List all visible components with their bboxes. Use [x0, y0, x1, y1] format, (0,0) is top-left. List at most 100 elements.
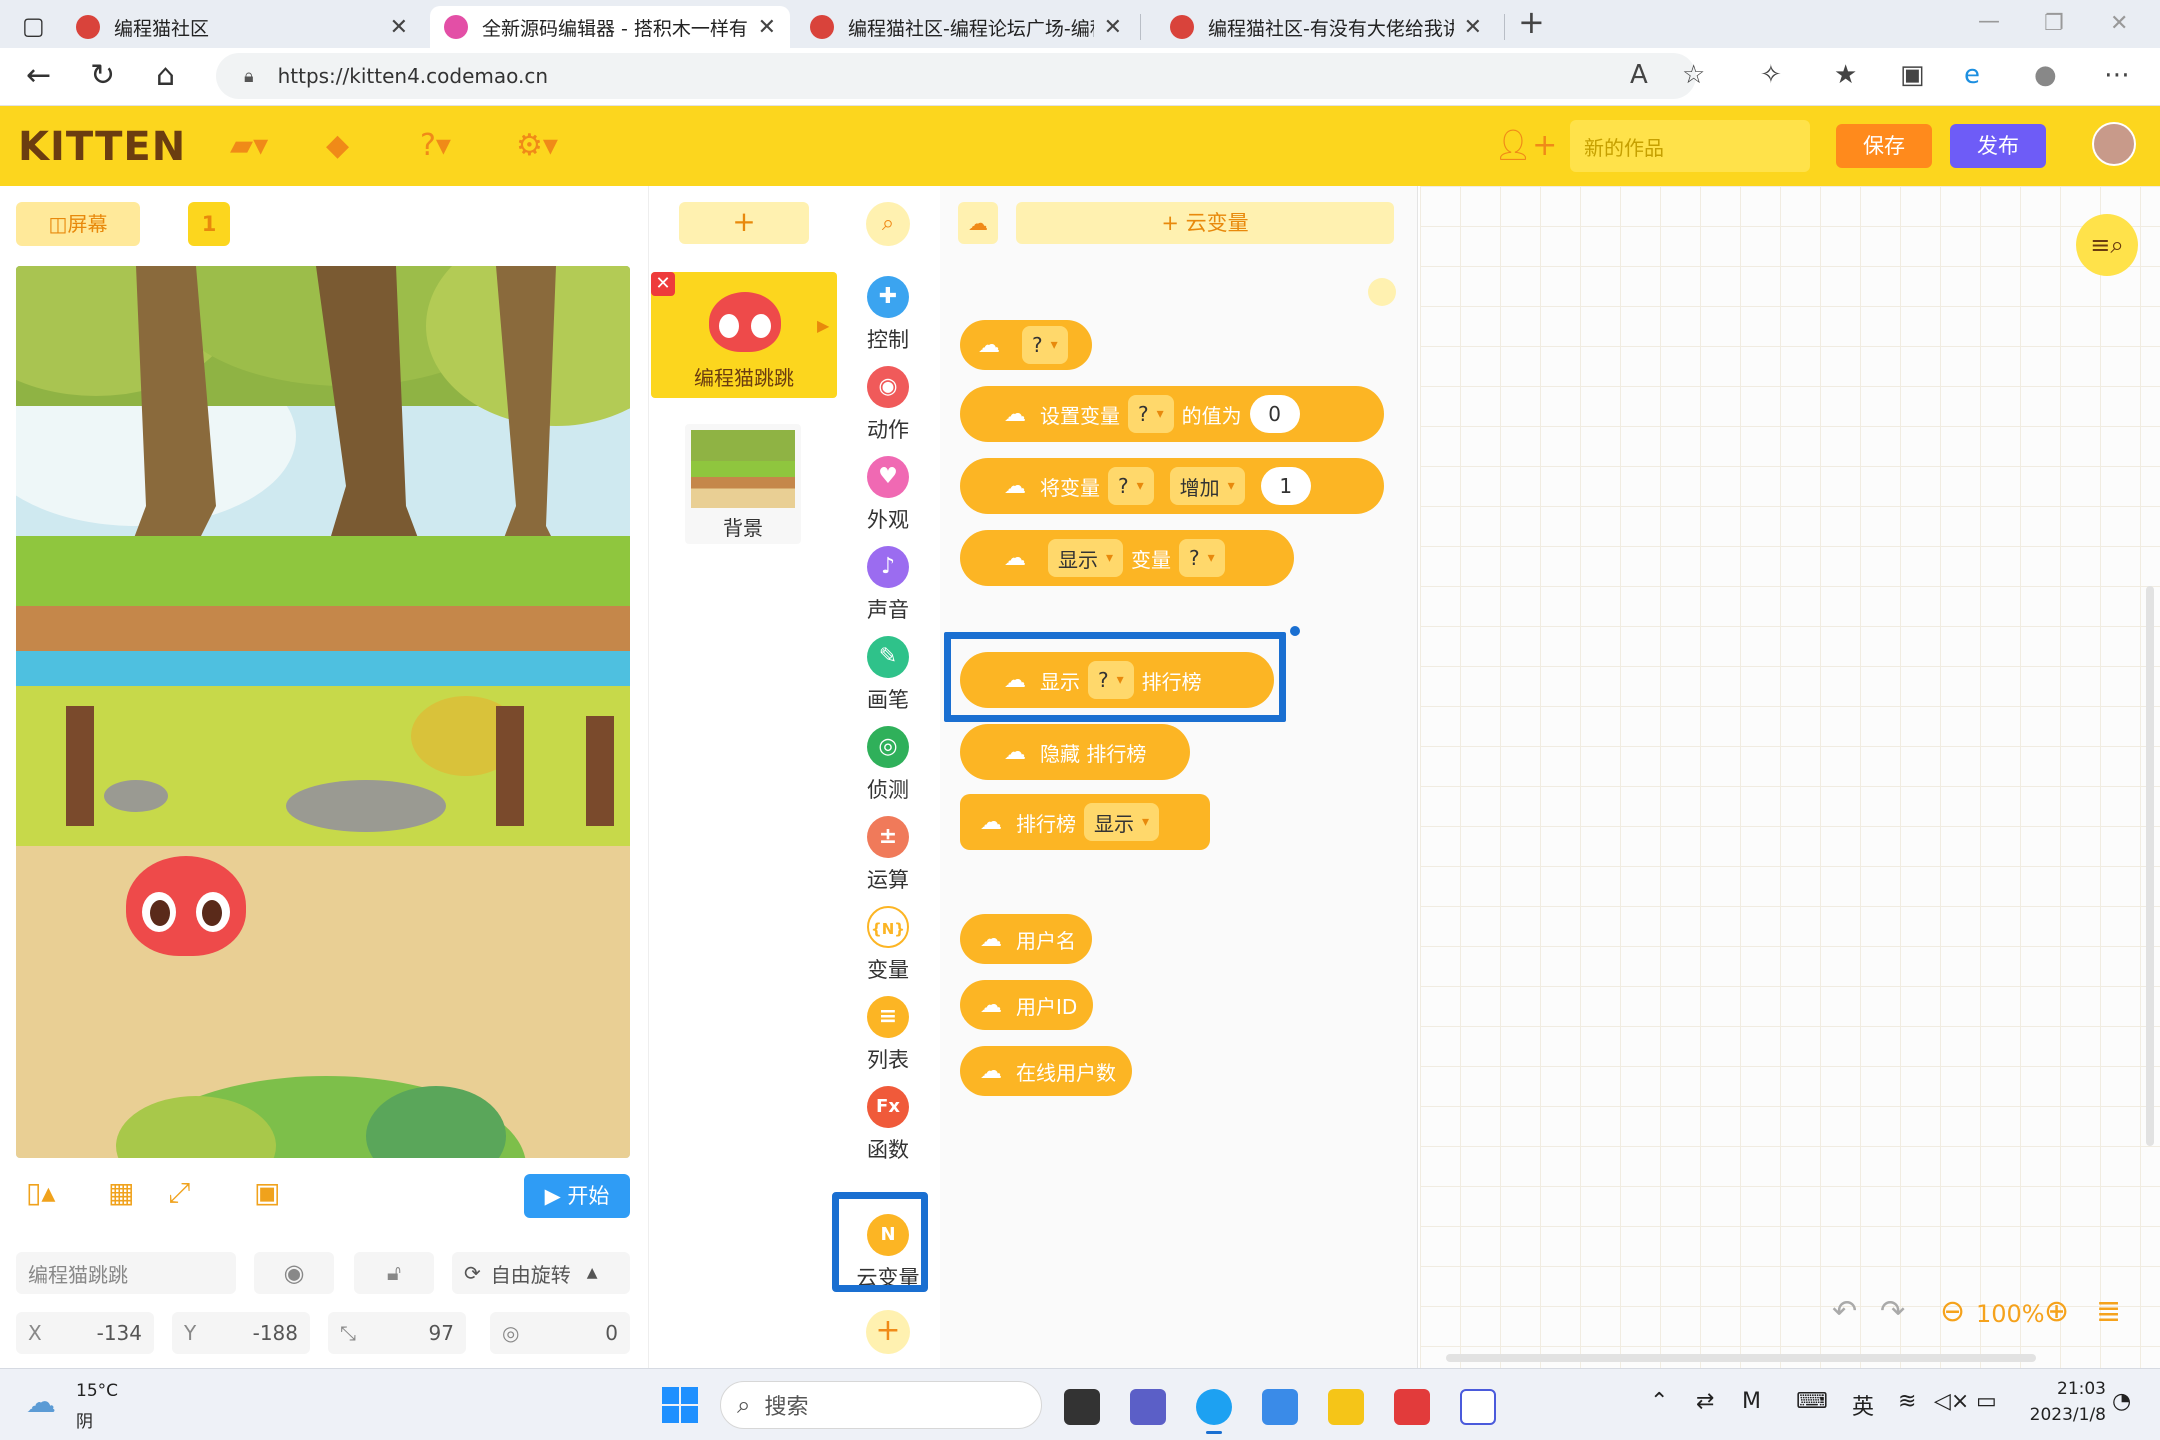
scene-number-button[interactable]: 1 [188, 202, 230, 246]
windows-start-icon[interactable] [662, 1387, 698, 1423]
zoom-out-icon[interactable]: ⊖ [1940, 1294, 1965, 1329]
value-input[interactable]: 0 [1249, 395, 1300, 433]
fullscreen-icon[interactable]: ⤢ [168, 1176, 190, 1210]
userid-reporter-block[interactable]: ☁ 用户ID [960, 980, 1094, 1030]
tray-settings-icon[interactable]: ⇄ [1696, 1389, 1714, 1414]
background-card[interactable]: 背景 [685, 424, 801, 544]
settings-menu-icon[interactable]: ⚙▾ [516, 128, 558, 163]
user-avatar[interactable] [2092, 122, 2136, 166]
undo-icon[interactable]: ↶ [1832, 1294, 1857, 1329]
grid-icon[interactable]: ▦ [108, 1176, 134, 1209]
add-sprite-button[interactable]: + [679, 202, 809, 244]
edge-browser-icon[interactable] [1196, 1389, 1232, 1425]
cloud-app-icon[interactable] [1262, 1389, 1298, 1425]
category-sound[interactable]: ♪ 声音 [838, 546, 938, 624]
profile-icon[interactable]: ● [2034, 60, 2057, 90]
rotation-mode-select[interactable]: ⟳ 自由旋转 ▲ [452, 1252, 630, 1294]
category-variables[interactable]: {N} 变量 [838, 906, 938, 984]
state-dropdown[interactable]: 显示 ▾ [1084, 803, 1160, 841]
help-menu-icon[interactable]: ?▾ [420, 128, 451, 163]
variable-dropdown[interactable]: ? ▾ [1179, 539, 1225, 577]
kitten-sprite[interactable] [126, 856, 246, 956]
edge-bar-icon[interactable]: e [1964, 60, 1980, 90]
taskbar-search[interactable]: ⌕ 搜索 [720, 1381, 1042, 1429]
stage-size-icon[interactable]: ▯▴ [26, 1176, 55, 1209]
collaborate-icon[interactable]: 👤︎+ [1494, 128, 1557, 163]
weather-cloud-icon[interactable]: ☁ [26, 1385, 56, 1420]
horizontal-scrollbar[interactable] [1446, 1354, 2036, 1362]
url-field[interactable]: 🔒︎ https://kitten4.codemao.cn [216, 53, 1696, 99]
minimize-icon[interactable]: — [1978, 4, 2000, 40]
category-motion[interactable]: ◉ 动作 [838, 366, 938, 444]
change-cloud-variable-block[interactable]: ☁ 将变量 ? ▾ 增加 ▾ 1 [960, 458, 1384, 514]
show-cloud-variable-block[interactable]: ☁ 显示 ▾ 变量 ? ▾ [960, 530, 1294, 586]
sprite-name-field[interactable]: 编程猫跳跳 [16, 1252, 236, 1294]
extensions-icon[interactable]: ✧ [1760, 60, 1782, 90]
tray-app-icon[interactable]: M [1742, 1389, 1761, 1414]
expand-arrow-icon[interactable]: ▶ [817, 316, 829, 335]
wifi-icon[interactable]: ≋ [1898, 1389, 1916, 1414]
direction-field[interactable]: ◎ 0 [490, 1312, 630, 1354]
back-icon[interactable]: ← [26, 58, 51, 94]
redo-icon[interactable]: ↷ [1880, 1294, 1905, 1329]
category-control[interactable]: ✚ 控制 [838, 276, 938, 354]
keyboard-icon[interactable]: ⌨ [1796, 1389, 1828, 1414]
category-lists[interactable]: ≡ 列表 [838, 996, 938, 1074]
notification-icon[interactable]: ◔ [2112, 1389, 2131, 1414]
show-hide-dropdown[interactable]: 显示 ▾ [1048, 539, 1124, 577]
work-name-input[interactable]: 新的作品 [1570, 120, 1810, 172]
browser-tab[interactable]: 编程猫社区 ✕ [62, 6, 422, 48]
save-button[interactable]: 保存 [1836, 124, 1932, 168]
close-tab-icon[interactable]: ✕ [1104, 15, 1122, 40]
tab-actions-icon[interactable]: ▢ [22, 8, 45, 44]
record-icon[interactable]: ▣ [254, 1176, 280, 1209]
refresh-icon[interactable]: ↻ [90, 58, 115, 94]
block-search-icon[interactable]: ⌕ [866, 202, 910, 246]
add-cloud-variable-button[interactable]: + 云变量 [1016, 202, 1394, 244]
publish-button[interactable]: 发布 [1950, 124, 2046, 168]
close-window-icon[interactable]: ✕ [2110, 6, 2128, 42]
browser-tab[interactable]: 编程猫社区-有没有大佬给我讲一 ✕ [1156, 6, 1496, 48]
collections-icon[interactable]: ▣ [1900, 60, 1925, 90]
favorites-icon[interactable]: ★ [1834, 60, 1857, 90]
huawei-app-icon[interactable] [1394, 1389, 1430, 1425]
close-tab-icon[interactable]: ✕ [1464, 15, 1482, 40]
new-tab-icon[interactable]: + [1518, 4, 1545, 40]
visibility-eye-icon[interactable]: ◉ [254, 1252, 334, 1294]
ime-indicator[interactable]: 英 [1852, 1389, 1874, 1421]
delete-sprite-icon[interactable]: ✕ [651, 272, 675, 296]
palette-help-icon[interactable] [1368, 278, 1396, 306]
variable-dropdown[interactable]: ? ▾ [1022, 326, 1068, 364]
add-favorite-icon[interactable]: ☆ [1682, 60, 1705, 90]
value-input[interactable]: 1 [1260, 467, 1311, 505]
set-cloud-variable-block[interactable]: ☁ 设置变量 ? ▾ 的值为 0 [960, 386, 1384, 442]
category-looks[interactable]: ♥ 外观 [838, 456, 938, 534]
close-tab-icon[interactable]: ✕ [758, 15, 776, 40]
category-pen[interactable]: ✎ 画笔 [838, 636, 938, 714]
file-explorer-icon[interactable] [1328, 1389, 1364, 1425]
y-position-field[interactable]: Y -188 [172, 1312, 310, 1354]
show-leaderboard-block[interactable]: ☁ 显示 ? ▾ 排行榜 [960, 652, 1274, 708]
task-view-icon[interactable] [1064, 1389, 1100, 1425]
x-position-field[interactable]: X -134 [16, 1312, 154, 1354]
username-reporter-block[interactable]: ☁ 用户名 [960, 914, 1092, 964]
restore-icon[interactable]: ❐ [2044, 6, 2064, 42]
stage-canvas[interactable] [16, 266, 630, 1158]
code-workspace[interactable]: ≡⌕ ↶ ↷ ⊖ 100% ⊕ ≣ [1420, 186, 2160, 1368]
im-app-icon[interactable] [1460, 1389, 1496, 1425]
volume-muted-icon[interactable]: ◁× [1934, 1389, 1969, 1414]
align-blocks-icon[interactable]: ≣ [2096, 1294, 2121, 1329]
backpack-icon[interactable]: ◆ [326, 128, 349, 163]
operation-dropdown[interactable]: 增加 ▾ [1169, 467, 1245, 505]
category-functions[interactable]: Fx 函数 [838, 1086, 938, 1164]
hide-leaderboard-block[interactable]: ☁ 隐藏 排行榜 [960, 724, 1190, 780]
teams-chat-icon[interactable] [1130, 1389, 1166, 1425]
variable-dropdown[interactable]: ? ▾ [1108, 467, 1154, 505]
read-aloud-icon[interactable]: A [1630, 60, 1648, 90]
sprite-card-kitten[interactable]: ▶ 编程猫跳跳 [651, 272, 837, 398]
zoom-in-icon[interactable]: ⊕ [2044, 1294, 2069, 1329]
size-field[interactable]: ⤡ 97 [328, 1312, 466, 1354]
add-extension-icon[interactable]: + [866, 1310, 910, 1354]
browser-tab-active[interactable]: 全新源码编辑器 - 搭积木一样有趣 ✕ [430, 6, 790, 48]
tray-expand-icon[interactable]: ⌃ [1650, 1389, 1668, 1414]
